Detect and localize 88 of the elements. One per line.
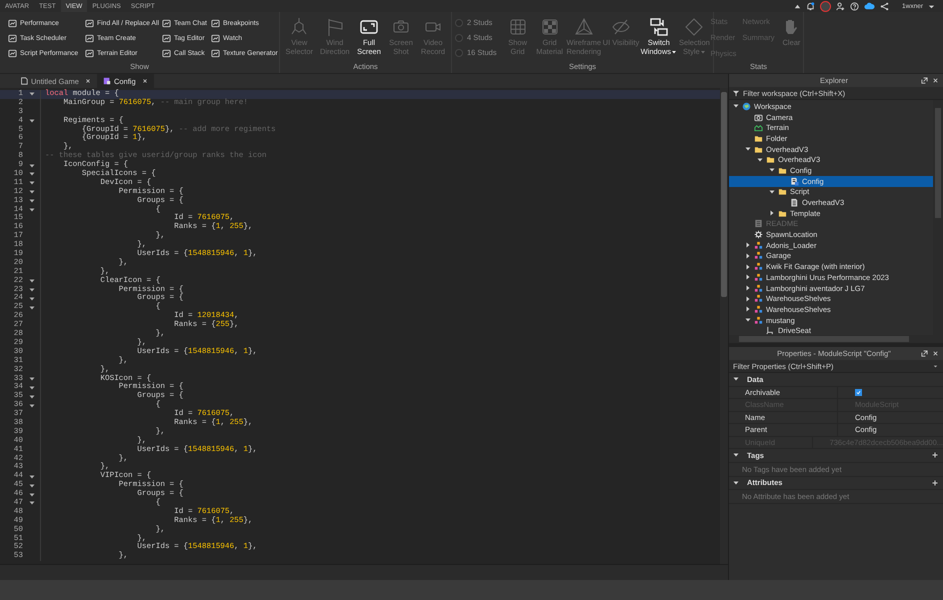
panel-icon (85, 19, 94, 28)
panel-icon (8, 49, 17, 58)
avatar-circle[interactable] (820, 0, 832, 12)
model-icon (754, 316, 763, 325)
windows-icon (648, 17, 669, 37)
fold-arrow-icon[interactable] (28, 171, 34, 178)
model-icon (754, 251, 763, 260)
plus-icon[interactable] (932, 480, 938, 486)
panel-icon (211, 49, 220, 58)
help-icon[interactable] (850, 2, 860, 10)
fold-arrow-icon[interactable] (28, 304, 34, 311)
fold-arrow-icon[interactable] (28, 500, 34, 506)
document-icon (754, 219, 763, 228)
fold-arrow-icon[interactable] (28, 118, 34, 124)
fold-arrow-icon[interactable] (28, 376, 34, 382)
model-icon (754, 294, 763, 304)
fold-arrow-icon[interactable] (28, 402, 34, 409)
spawn-icon (754, 230, 763, 240)
document-icon (20, 77, 28, 85)
caret-down-icon[interactable] (932, 362, 939, 370)
model-icon (754, 284, 763, 293)
caret-down-icon[interactable] (928, 2, 935, 10)
expanded-arrow-icon[interactable] (733, 103, 739, 110)
panel-icon (85, 34, 94, 43)
expanded-arrow-icon[interactable] (733, 452, 739, 458)
scrollbar-thumb[interactable] (935, 108, 941, 218)
folder-icon (778, 208, 787, 218)
eyeslash-icon (610, 17, 631, 37)
close-icon[interactable] (142, 78, 148, 84)
fold-arrow-icon[interactable] (28, 384, 34, 391)
folder-icon (778, 187, 787, 196)
script-icon (102, 77, 111, 85)
panel-icon (8, 34, 17, 43)
filter-icon[interactable] (733, 90, 740, 96)
panel-icon (85, 49, 94, 58)
expanded-arrow-icon[interactable] (733, 480, 739, 486)
fold-arrow-icon[interactable] (28, 278, 34, 284)
fold-arrow-icon[interactable] (28, 207, 34, 214)
panel-icon (8, 19, 17, 28)
script-icon (790, 198, 799, 208)
panel-icon (211, 19, 220, 28)
grid-icon (508, 17, 528, 37)
fold-arrow-icon[interactable] (28, 91, 34, 98)
close-icon[interactable] (932, 77, 939, 84)
panel-icon (162, 34, 171, 43)
fold-arrow-icon[interactable] (28, 474, 34, 480)
module-icon (790, 176, 799, 186)
terrain-icon (754, 123, 763, 132)
caret-up-icon[interactable] (794, 2, 802, 10)
fold-arrow-icon[interactable] (28, 482, 34, 489)
checkbox[interactable] (855, 388, 862, 396)
undock-icon[interactable] (921, 350, 928, 357)
expanded-arrow-icon[interactable] (745, 317, 751, 324)
scrollbar-thumb[interactable] (739, 336, 909, 342)
close-icon[interactable] (932, 350, 939, 357)
diamond-icon (684, 17, 704, 37)
share-icon[interactable] (880, 2, 890, 10)
selector-icon (289, 17, 310, 37)
fold-arrow-icon[interactable] (28, 492, 34, 498)
workspace-icon (742, 102, 751, 111)
close-icon[interactable] (84, 78, 91, 84)
checker-icon (540, 17, 560, 37)
cloud-icon[interactable] (864, 2, 876, 10)
scrollbar-thumb[interactable] (721, 92, 727, 297)
seat-icon (766, 326, 775, 335)
undock-icon[interactable] (921, 77, 928, 84)
person-add-icon[interactable] (836, 2, 846, 10)
model-icon (754, 262, 763, 272)
model-icon (754, 304, 763, 314)
fold-arrow-icon[interactable] (28, 180, 34, 186)
expanded-arrow-icon[interactable] (769, 188, 775, 195)
plus-icon[interactable] (932, 452, 938, 458)
camera-icon (754, 112, 763, 122)
collapsed-arrow-icon[interactable] (769, 210, 775, 216)
model-icon (754, 240, 763, 250)
fold-arrow-icon[interactable] (28, 394, 34, 400)
fold-arrow-icon[interactable] (28, 198, 34, 204)
panel-icon (162, 49, 171, 58)
fold-arrow-icon[interactable] (28, 296, 34, 302)
bell-icon[interactable] (806, 2, 816, 10)
fold-arrow-icon[interactable] (28, 287, 34, 294)
fold-arrow-icon[interactable] (28, 162, 34, 169)
model-icon (754, 272, 763, 282)
triangle-icon (574, 17, 594, 37)
fold-arrow-icon[interactable] (28, 189, 34, 196)
expanded-arrow-icon[interactable] (733, 376, 739, 382)
panel-icon (162, 19, 171, 28)
panel-icon (211, 34, 220, 43)
